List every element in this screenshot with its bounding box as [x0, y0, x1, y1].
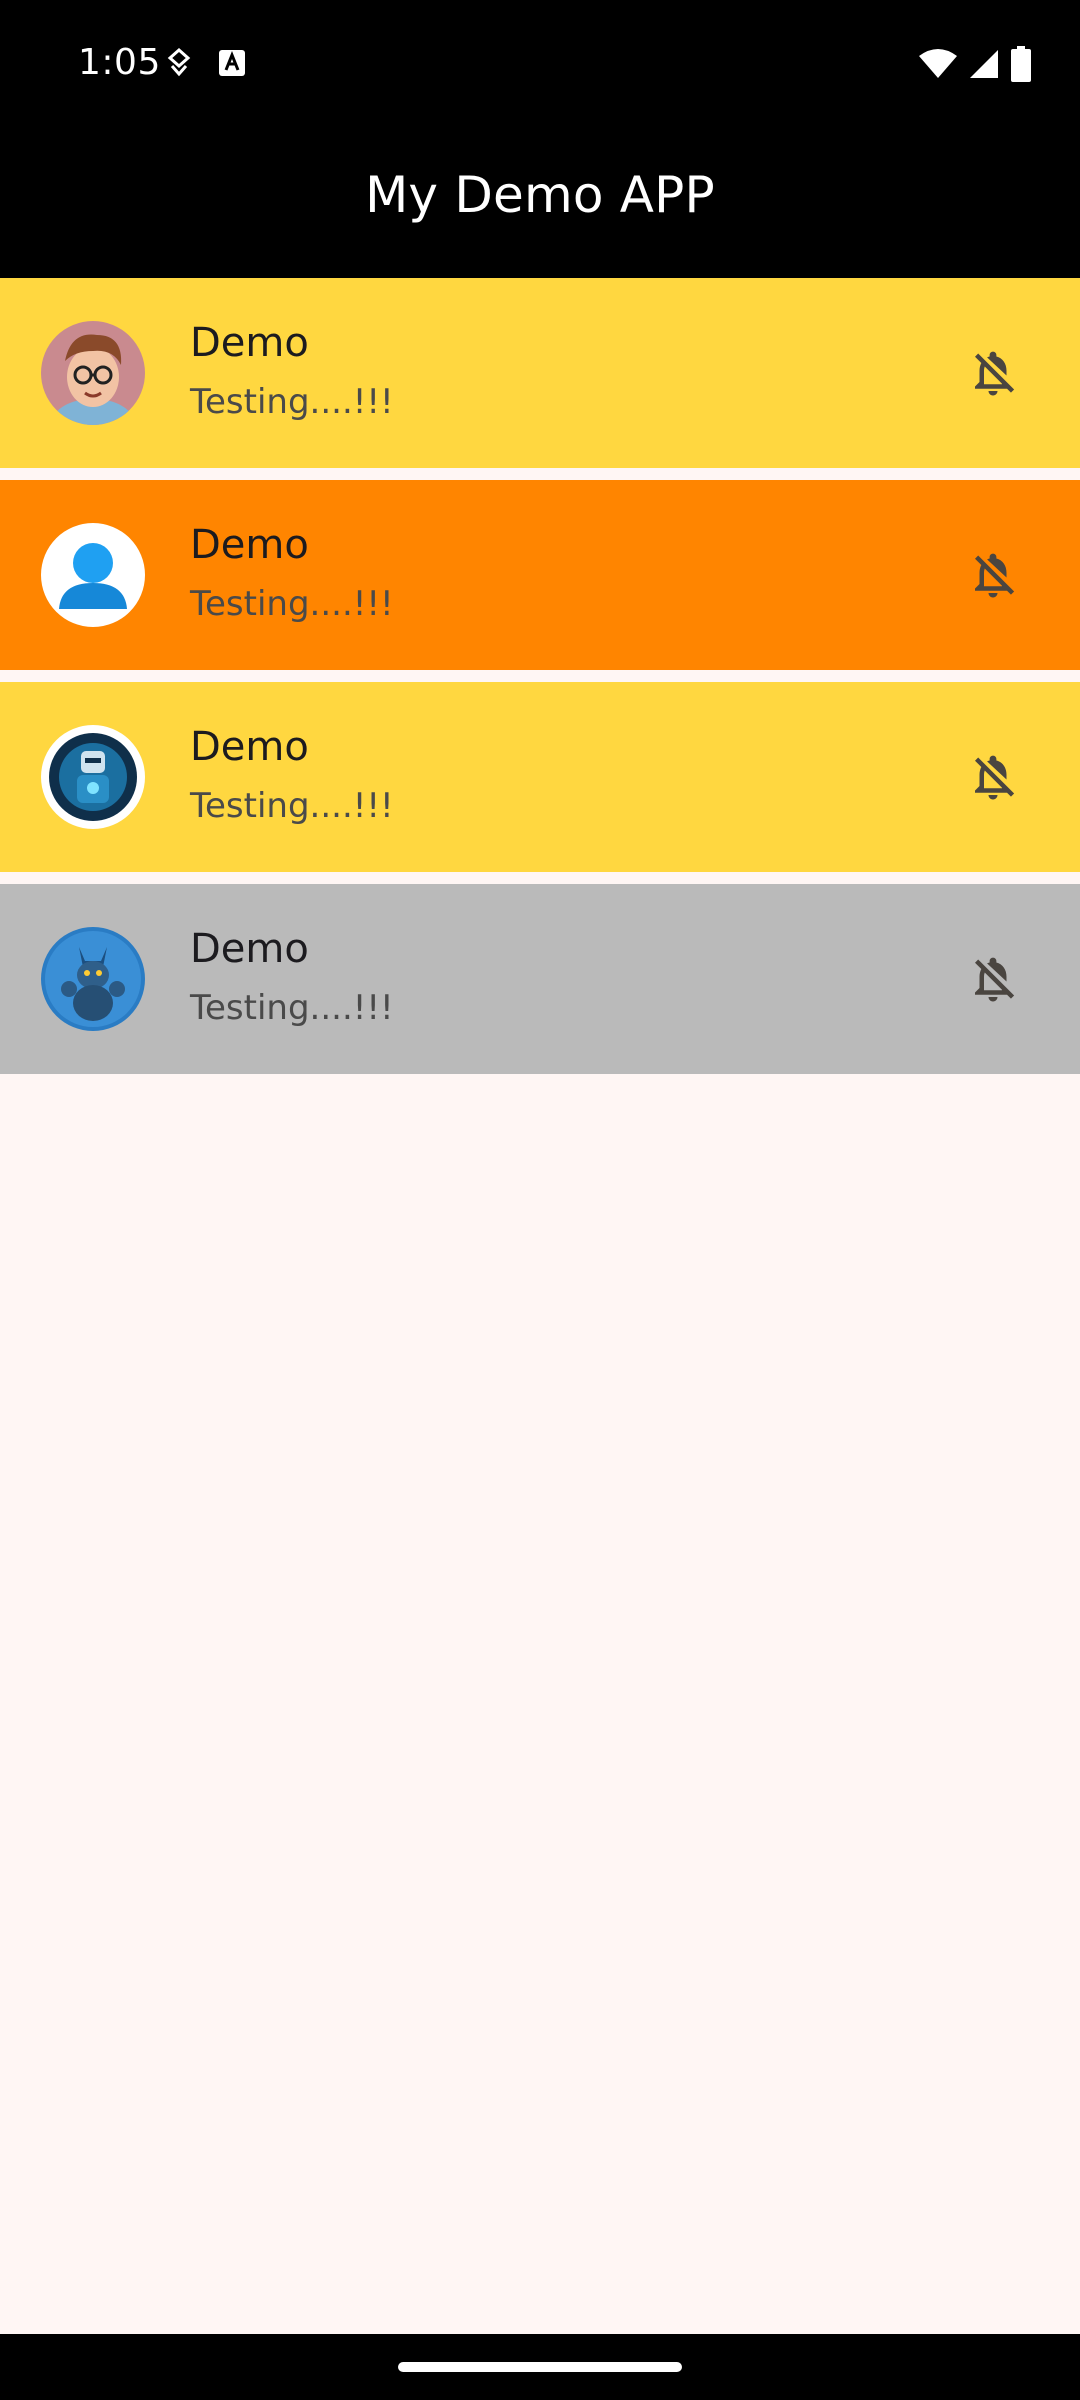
app-title: My Demo APP — [365, 166, 715, 224]
status-left-icons — [166, 47, 246, 82]
item-subtitle: Testing....!!! — [190, 584, 394, 624]
contact-list: Demo Testing....!!! Demo Testing....!!! — [0, 278, 1080, 1086]
creature-avatar — [41, 927, 145, 1031]
list-item[interactable]: Demo Testing....!!! — [0, 682, 1080, 872]
home-gesture-handle[interactable] — [398, 2362, 682, 2372]
app-bar: My Demo APP — [0, 130, 1080, 278]
status-time: 1:05 — [78, 42, 161, 83]
keyboard-a-icon — [218, 49, 246, 81]
battery-icon — [1010, 46, 1032, 86]
notifications-off-icon[interactable] — [966, 952, 1020, 1006]
status-bar: 1:05 — [0, 0, 1080, 130]
blue-person-avatar — [41, 523, 145, 627]
data-saver-icon — [166, 47, 192, 82]
item-title: Demo — [190, 724, 309, 770]
item-title: Demo — [190, 522, 309, 568]
notifications-off-icon[interactable] — [966, 346, 1020, 400]
robot-avatar — [41, 725, 145, 829]
item-subtitle: Testing....!!! — [190, 382, 394, 422]
list-item[interactable]: Demo Testing....!!! — [0, 278, 1080, 468]
item-title: Demo — [190, 926, 309, 972]
list-item[interactable]: Demo Testing....!!! — [0, 884, 1080, 1074]
item-title: Demo — [190, 320, 309, 366]
notifications-off-icon[interactable] — [966, 548, 1020, 602]
cell-signal-icon — [968, 48, 1000, 84]
status-right-icons — [918, 46, 1032, 86]
list-item[interactable]: Demo Testing....!!! — [0, 480, 1080, 670]
notifications-off-icon[interactable] — [966, 750, 1020, 804]
item-subtitle: Testing....!!! — [190, 786, 394, 826]
screen: 1:05 My Demo APP Demo Testing....!!! Dem… — [0, 0, 1080, 2400]
wifi-icon — [918, 48, 958, 84]
cartoon-boy-avatar — [41, 321, 145, 425]
item-subtitle: Testing....!!! — [190, 988, 394, 1028]
